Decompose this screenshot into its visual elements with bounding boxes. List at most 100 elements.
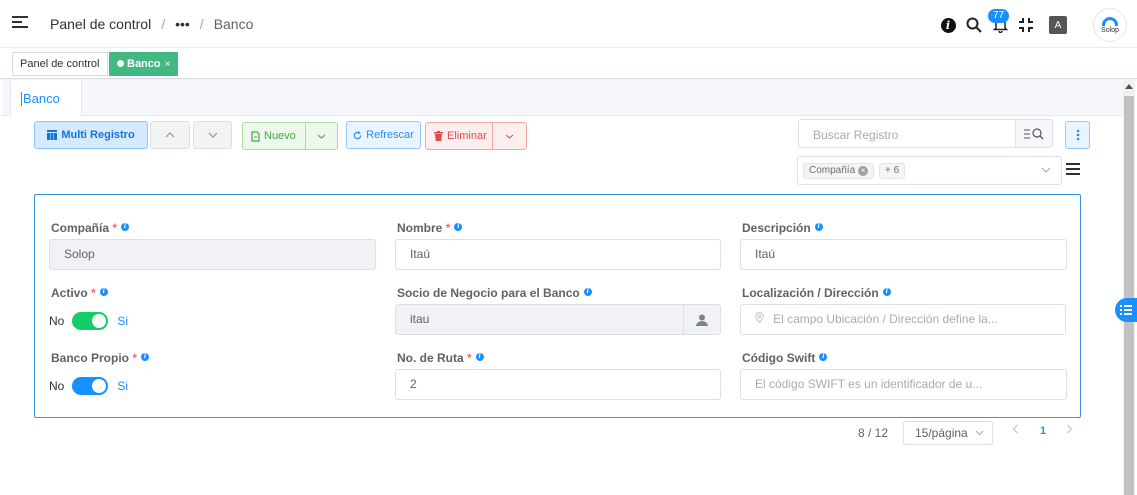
partner-search-button[interactable] bbox=[683, 305, 720, 334]
required-mark: * bbox=[467, 351, 472, 365]
info-icon[interactable]: i bbox=[475, 353, 484, 361]
tag-panel-de-control[interactable]: Panel de control bbox=[12, 52, 108, 76]
avatar[interactable]: Solop bbox=[1093, 8, 1127, 42]
top-navbar: Panel de control / ••• / Banco i 77 A So… bbox=[0, 0, 1137, 48]
company-field[interactable]: Solop bbox=[49, 239, 376, 270]
active-label: Activo * i bbox=[51, 286, 108, 300]
previous-record-button[interactable] bbox=[150, 121, 190, 149]
name-label: Nombre * i bbox=[397, 221, 463, 235]
scroll-up-arrow[interactable] bbox=[1125, 84, 1133, 89]
breadcrumb-separator: / bbox=[199, 16, 204, 32]
delete-button[interactable]: Eliminar bbox=[425, 122, 527, 150]
swift-field[interactable]: El código SWIFT es un identificador de u… bbox=[740, 369, 1067, 400]
partner-label-text: Socio de Negocio para el Banco bbox=[397, 286, 580, 300]
info-icon[interactable]: i bbox=[819, 353, 828, 361]
active-toggle[interactable] bbox=[72, 312, 109, 330]
page-size-select[interactable]: 15/página bbox=[903, 421, 993, 445]
list-icon bbox=[1120, 305, 1132, 315]
info-glyph: i bbox=[940, 17, 956, 33]
info-icon[interactable]: i bbox=[882, 288, 891, 296]
next-page-button[interactable] bbox=[1066, 423, 1073, 437]
routing-field[interactable]: 2 bbox=[395, 369, 721, 400]
info-icon[interactable]: i bbox=[141, 353, 150, 361]
multi-record-button[interactable]: Multi Registro bbox=[34, 121, 148, 149]
own-bank-toggle[interactable] bbox=[72, 377, 109, 395]
breadcrumb-root[interactable]: Panel de control bbox=[50, 16, 151, 32]
partner-field[interactable]: itau bbox=[395, 304, 721, 335]
info-icon[interactable]: i bbox=[99, 288, 108, 296]
required-mark: * bbox=[112, 221, 118, 235]
chevron-right-icon bbox=[1067, 424, 1073, 434]
tags-view: Panel de control Banco × bbox=[0, 48, 1137, 79]
filter-chip-company[interactable]: Compañía × bbox=[803, 163, 875, 179]
routing-label: No. de Ruta * i bbox=[397, 351, 484, 365]
fullscreen-icon[interactable] bbox=[1017, 16, 1035, 34]
refresh-icon bbox=[353, 130, 362, 139]
tab-banco[interactable]: Banco bbox=[10, 80, 82, 116]
toggle-knob bbox=[92, 314, 107, 328]
info-icon[interactable]: i bbox=[814, 223, 823, 231]
breadcrumb: Panel de control / ••• / Banco bbox=[50, 16, 253, 32]
field-filter-select[interactable]: Compañía × + 6 bbox=[797, 156, 1062, 185]
info-icon[interactable]: i bbox=[121, 223, 130, 231]
scrollbar-thumb[interactable] bbox=[1124, 96, 1134, 495]
new-record-button[interactable]: Nuevo bbox=[242, 122, 338, 150]
chevron-down-icon bbox=[975, 422, 984, 444]
required-mark: * bbox=[132, 351, 138, 365]
record-tabs: Banco bbox=[2, 80, 1123, 116]
chevron-left-icon bbox=[1012, 424, 1018, 434]
description-label-text: Descripción bbox=[742, 221, 811, 235]
filter-more-chip[interactable]: + 6 bbox=[879, 163, 906, 179]
list-icon[interactable] bbox=[1066, 163, 1080, 177]
advanced-search-button[interactable] bbox=[1015, 120, 1052, 147]
own-bank-label-text: Banco Propio bbox=[51, 351, 130, 365]
record-counter: 8 / 12 bbox=[858, 426, 889, 440]
new-dropdown-toggle[interactable] bbox=[305, 123, 337, 149]
more-options-button[interactable] bbox=[1065, 121, 1090, 149]
location-label: Localización / Dirección i bbox=[742, 286, 891, 300]
own-bank-switch-row: No Si bbox=[49, 377, 128, 395]
side-panel-button[interactable] bbox=[1115, 298, 1137, 322]
page-number-current[interactable]: 1 bbox=[1040, 425, 1046, 437]
description-field[interactable]: Itaú bbox=[740, 239, 1067, 270]
multi-record-label: Multi Registro bbox=[61, 129, 135, 141]
delete-dropdown-toggle[interactable] bbox=[492, 123, 526, 149]
info-icon[interactable]: i bbox=[583, 288, 592, 296]
close-icon[interactable]: × bbox=[165, 59, 171, 70]
user-icon bbox=[696, 314, 708, 326]
new-record-label: Nuevo bbox=[264, 130, 296, 142]
menu-icon[interactable] bbox=[12, 16, 28, 30]
refresh-button[interactable]: Refrescar bbox=[346, 121, 421, 149]
search-input[interactable]: Buscar Registro bbox=[798, 119, 1053, 148]
location-field[interactable]: El campo Ubicación / Dirección define la… bbox=[740, 304, 1066, 335]
next-record-button[interactable] bbox=[193, 121, 232, 149]
location-placeholder: El campo Ubicación / Dirección define la… bbox=[773, 312, 998, 326]
info-icon[interactable]: i bbox=[454, 223, 463, 231]
tag-banco[interactable]: Banco × bbox=[109, 52, 179, 76]
notification-badge: 77 bbox=[988, 9, 1010, 23]
company-label-text: Compañía bbox=[51, 221, 110, 235]
chevron-down-icon bbox=[1041, 165, 1051, 176]
search-icon[interactable] bbox=[965, 16, 983, 34]
page-size-value: 15/página bbox=[915, 426, 968, 440]
active-switch-row: No Si bbox=[49, 312, 128, 330]
partner-label: Socio de Negocio para el Banco i bbox=[397, 286, 592, 300]
prev-page-button[interactable] bbox=[1012, 423, 1019, 437]
logo-text: Solop bbox=[1101, 26, 1119, 34]
description-label: Descripción i bbox=[742, 221, 823, 235]
scrollbar[interactable] bbox=[1123, 80, 1135, 495]
toggle-knob bbox=[92, 379, 107, 393]
trash-icon bbox=[434, 131, 443, 141]
map-pin-icon bbox=[755, 312, 767, 326]
info-icon[interactable]: i bbox=[939, 16, 957, 34]
required-mark: * bbox=[445, 221, 451, 235]
own-bank-label: Banco Propio * i bbox=[51, 351, 150, 365]
close-icon[interactable]: × bbox=[858, 166, 869, 176]
language-icon[interactable]: A bbox=[1049, 16, 1067, 34]
name-field[interactable]: Itaú bbox=[395, 239, 721, 270]
active-label-text: Activo bbox=[51, 286, 88, 300]
breadcrumb-ellipsis[interactable]: ••• bbox=[175, 16, 190, 32]
delete-label: Eliminar bbox=[447, 130, 487, 142]
location-label-text: Localización / Dirección bbox=[742, 286, 879, 300]
bell-icon[interactable]: 77 bbox=[988, 9, 1010, 34]
